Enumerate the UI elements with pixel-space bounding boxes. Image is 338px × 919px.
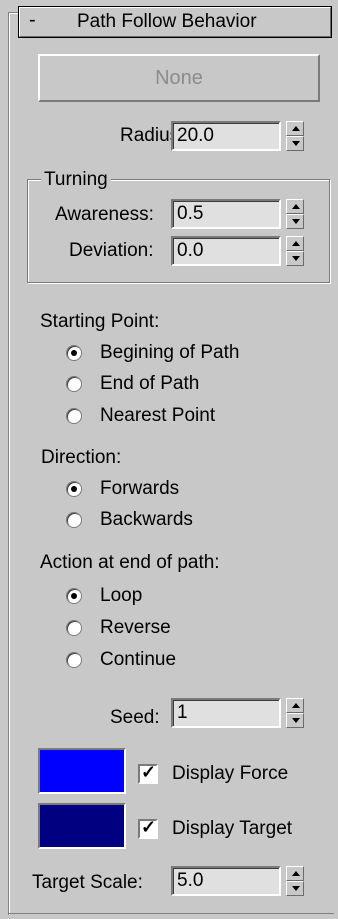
force-color-swatch[interactable] [38,748,126,794]
starting-point-label: Starting Point: [40,311,160,332]
deviation-label: Deviation: [69,240,154,261]
target-scale-field[interactable]: 5.0 [171,866,281,896]
radio-reverse[interactable] [66,620,82,636]
display-force-checkbox[interactable] [138,762,158,784]
deviation-spinner[interactable] [286,236,304,266]
awareness-value: 0.5 [177,203,204,224]
rollout-title: Path Follow Behavior [77,11,257,32]
display-target-checkbox[interactable] [138,817,158,839]
radio-label-reverse[interactable]: Reverse [100,617,171,639]
turning-group-label: Turning [41,169,111,191]
radio-backwards[interactable] [66,512,82,528]
seed-field[interactable]: 1 [171,698,281,728]
end-action-label: Action at end of path: [40,552,220,573]
radio-end-of-path[interactable] [66,376,82,392]
seed-value: 1 [177,702,188,723]
spinner-up-icon[interactable] [286,199,304,214]
pick-path-button[interactable]: None [38,54,320,102]
awareness-label: Awareness: [55,204,154,225]
target-scale-label: Target Scale: [32,872,143,893]
spinner-down-icon[interactable] [286,214,304,229]
target-scale-value: 5.0 [177,870,204,891]
radio-label-forwards[interactable]: Forwards [100,478,179,500]
spinner-up-icon[interactable] [286,121,304,136]
rollout-header-button[interactable]: - Path Follow Behavior [18,6,332,38]
seed-label: Seed: [110,707,160,728]
display-target-label[interactable]: Display Target [172,818,292,840]
collapse-icon: - [29,9,36,31]
target-color-swatch[interactable] [38,803,126,849]
seed-spinner[interactable] [286,698,304,728]
radio-label-loop[interactable]: Loop [100,585,142,607]
spinner-up-icon[interactable] [286,698,304,713]
spinner-down-icon[interactable] [286,881,304,896]
deviation-field[interactable]: 0.0 [171,236,281,266]
radio-label-end-of-path[interactable]: End of Path [100,373,199,395]
turning-groupbox [27,179,330,283]
radius-field[interactable]: 20.0 [171,121,281,151]
display-force-label[interactable]: Display Force [172,763,288,785]
awareness-field[interactable]: 0.5 [171,199,281,229]
rollout-frame [8,12,19,915]
radio-label-backwards[interactable]: Backwards [100,509,193,531]
radio-continue[interactable] [66,652,82,668]
radio-label-nearest-point[interactable]: Nearest Point [100,405,215,427]
radio-nearest-point[interactable] [66,408,82,424]
spinner-up-icon[interactable] [286,866,304,881]
radio-label-begining-of-path[interactable]: Begining of Path [100,342,239,364]
radio-loop[interactable] [66,588,82,604]
rollout-frame-bottom [8,913,334,914]
radio-begining-of-path[interactable] [66,345,82,361]
radius-value: 20.0 [177,125,214,146]
spinner-down-icon[interactable] [286,713,304,728]
spinner-down-icon[interactable] [286,251,304,266]
spinner-up-icon[interactable] [286,236,304,251]
radio-forwards[interactable] [66,481,82,497]
spinner-down-icon[interactable] [286,136,304,151]
deviation-value: 0.0 [177,240,204,261]
target-scale-spinner[interactable] [286,866,304,896]
awareness-spinner[interactable] [286,199,304,229]
radius-spinner[interactable] [286,121,304,151]
radio-label-continue[interactable]: Continue [100,649,176,671]
direction-label: Direction: [41,447,122,468]
